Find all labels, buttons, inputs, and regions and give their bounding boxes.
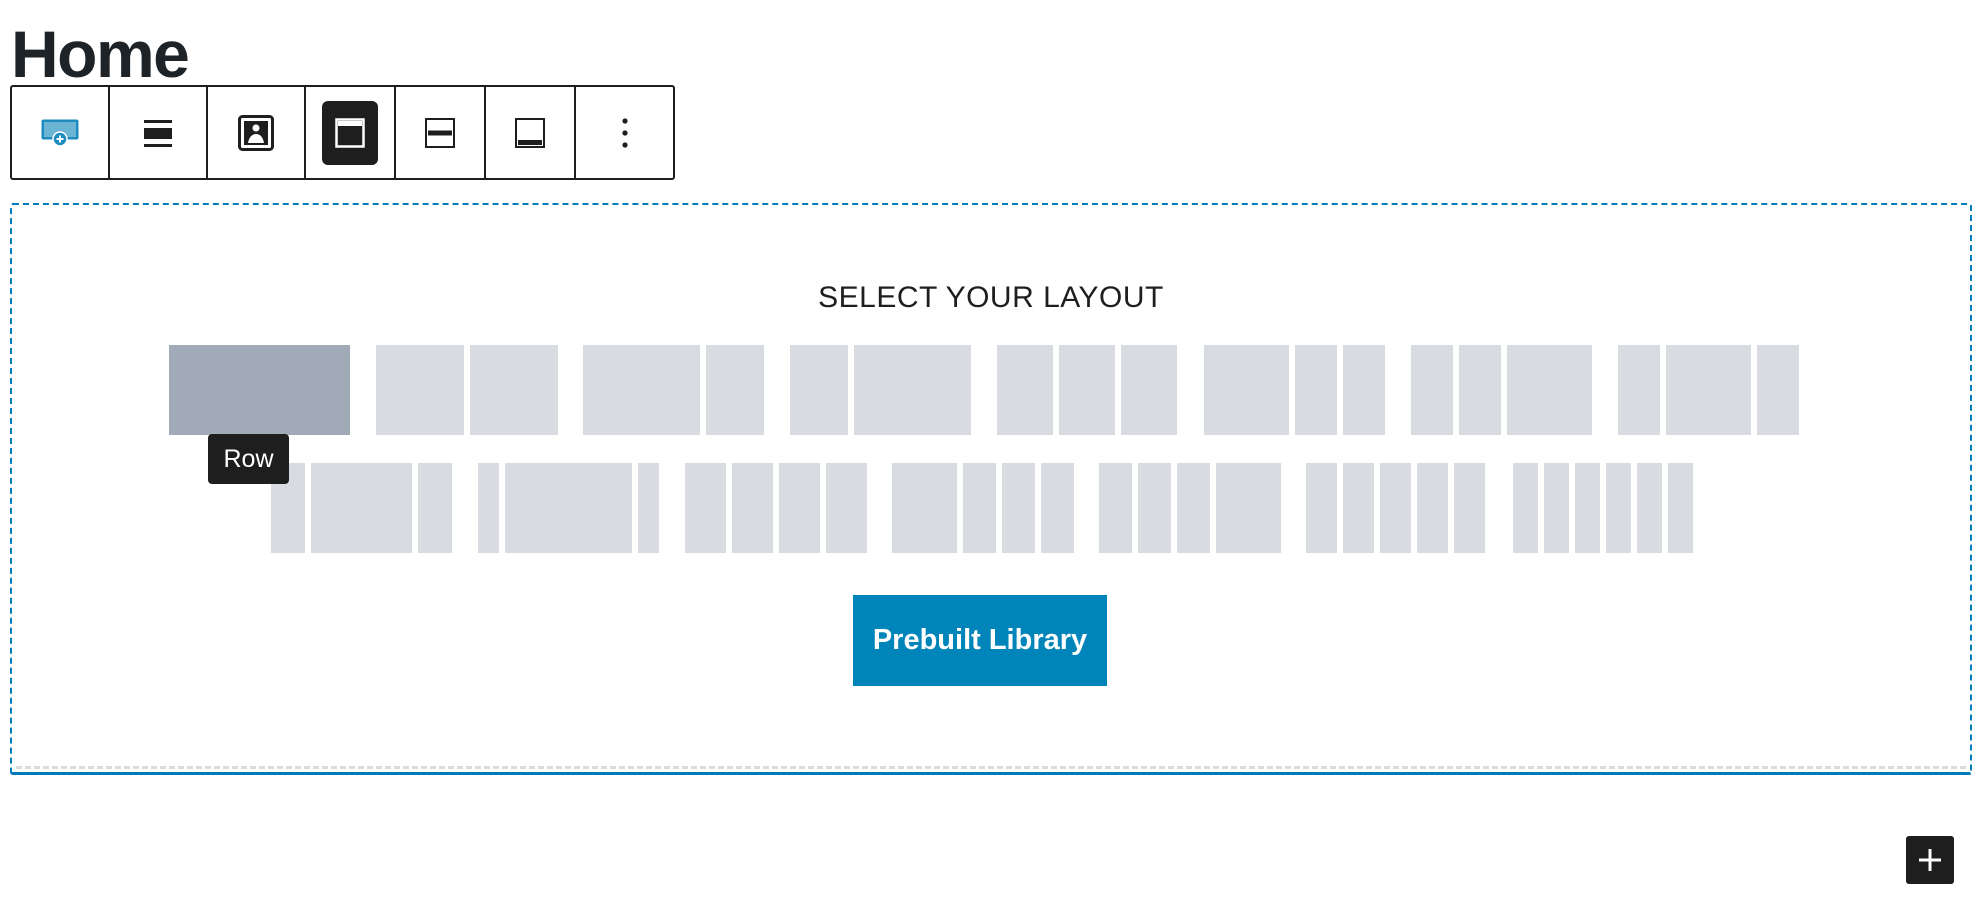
layout-column	[1295, 345, 1337, 435]
add-block-button[interactable]	[1906, 836, 1954, 884]
prebuilt-library-button[interactable]: Prebuilt Library	[853, 595, 1107, 686]
layout-column	[376, 345, 464, 435]
layout-column	[1343, 463, 1374, 553]
layout-column	[1216, 463, 1281, 553]
toolbar-vertical-align-top-button[interactable]	[306, 87, 396, 178]
layout-column	[1138, 463, 1171, 553]
toolbar-align-full-button[interactable]	[110, 87, 208, 178]
plus-icon	[1919, 849, 1941, 871]
layout-column	[1417, 463, 1448, 553]
layout-option-three-center-heavy[interactable]	[1618, 345, 1799, 435]
layout-column	[311, 463, 412, 553]
layout-column	[1507, 345, 1592, 435]
layout-column	[779, 463, 820, 553]
layout-column	[1544, 463, 1569, 553]
vertical-align-middle-icon	[425, 117, 455, 148]
toolbar-more-options-button[interactable]	[576, 87, 673, 178]
layout-column	[583, 345, 700, 435]
section-add-icon	[41, 119, 79, 147]
layout-column	[1757, 345, 1799, 435]
layout-column	[732, 463, 773, 553]
block-inner-border	[16, 766, 1966, 769]
toolbar-vertical-align-middle-button[interactable]	[396, 87, 486, 178]
layout-column	[1204, 345, 1289, 435]
layout-column	[997, 345, 1053, 435]
layout-column	[169, 345, 350, 435]
more-options-icon	[621, 117, 628, 148]
layout-column	[1666, 345, 1751, 435]
layout-option-three-center-widest[interactable]	[478, 463, 659, 553]
layout-option-two-left-heavy[interactable]	[583, 345, 764, 435]
layout-option-three-equal[interactable]	[997, 345, 1178, 435]
layout-column	[1618, 345, 1660, 435]
layout-column	[638, 463, 659, 553]
toolbar-background-image-button[interactable]	[208, 87, 306, 178]
align-full-icon	[144, 119, 172, 147]
layout-column	[1606, 463, 1631, 553]
layout-column	[1454, 463, 1485, 553]
layout-column	[505, 463, 632, 553]
layout-column	[478, 463, 499, 553]
layout-column	[1668, 463, 1693, 553]
layout-option-four-equal[interactable]	[685, 463, 867, 553]
layout-option-five-equal[interactable]	[1306, 463, 1487, 553]
layout-option-four-left-heavy[interactable]	[892, 463, 1074, 553]
layout-column	[1177, 463, 1210, 553]
layout-column	[963, 463, 996, 553]
layout-column	[1002, 463, 1035, 553]
layout-option-two-equal[interactable]	[376, 345, 558, 435]
layout-option-four-right-heavy[interactable]	[1099, 463, 1281, 553]
background-image-icon	[238, 114, 274, 151]
row-layout-block[interactable]: SELECT YOUR LAYOUT	[10, 203, 1972, 775]
layout-column	[1411, 345, 1453, 435]
layout-column	[854, 345, 971, 435]
layout-column	[706, 345, 764, 435]
layout-column	[1380, 463, 1411, 553]
layout-column	[1059, 345, 1115, 435]
layout-option-two-right-heavy[interactable]	[790, 345, 971, 435]
vertical-align-bottom-icon	[515, 117, 545, 148]
vertical-align-top-icon	[335, 117, 365, 148]
toolbar-vertical-align-bottom-button[interactable]	[486, 87, 576, 178]
layout-column	[418, 463, 452, 553]
layout-column	[826, 463, 867, 553]
layout-option-three-left-heavy[interactable]	[1204, 345, 1385, 435]
layout-column	[470, 345, 558, 435]
layout-column	[1121, 345, 1177, 435]
layout-column	[1513, 463, 1538, 553]
layout-option-three-center-wide[interactable]	[271, 463, 452, 553]
layout-column	[1459, 345, 1501, 435]
layout-column	[685, 463, 726, 553]
layout-column	[1099, 463, 1132, 553]
layout-column	[1575, 463, 1600, 553]
layout-column	[892, 463, 957, 553]
layout-option-six-equal[interactable]	[1513, 463, 1694, 553]
layout-option-one-column[interactable]	[169, 345, 350, 435]
block-toolbar	[10, 85, 675, 180]
layout-heading: SELECT YOUR LAYOUT	[818, 281, 1164, 314]
row-tooltip: Row	[208, 434, 289, 484]
layout-column	[790, 345, 848, 435]
layout-column	[1041, 463, 1074, 553]
layout-column	[1343, 345, 1385, 435]
layout-column	[1637, 463, 1662, 553]
toolbar-section-add-button[interactable]	[12, 87, 110, 178]
layout-option-three-right-heavy[interactable]	[1411, 345, 1592, 435]
layout-column	[1306, 463, 1337, 553]
